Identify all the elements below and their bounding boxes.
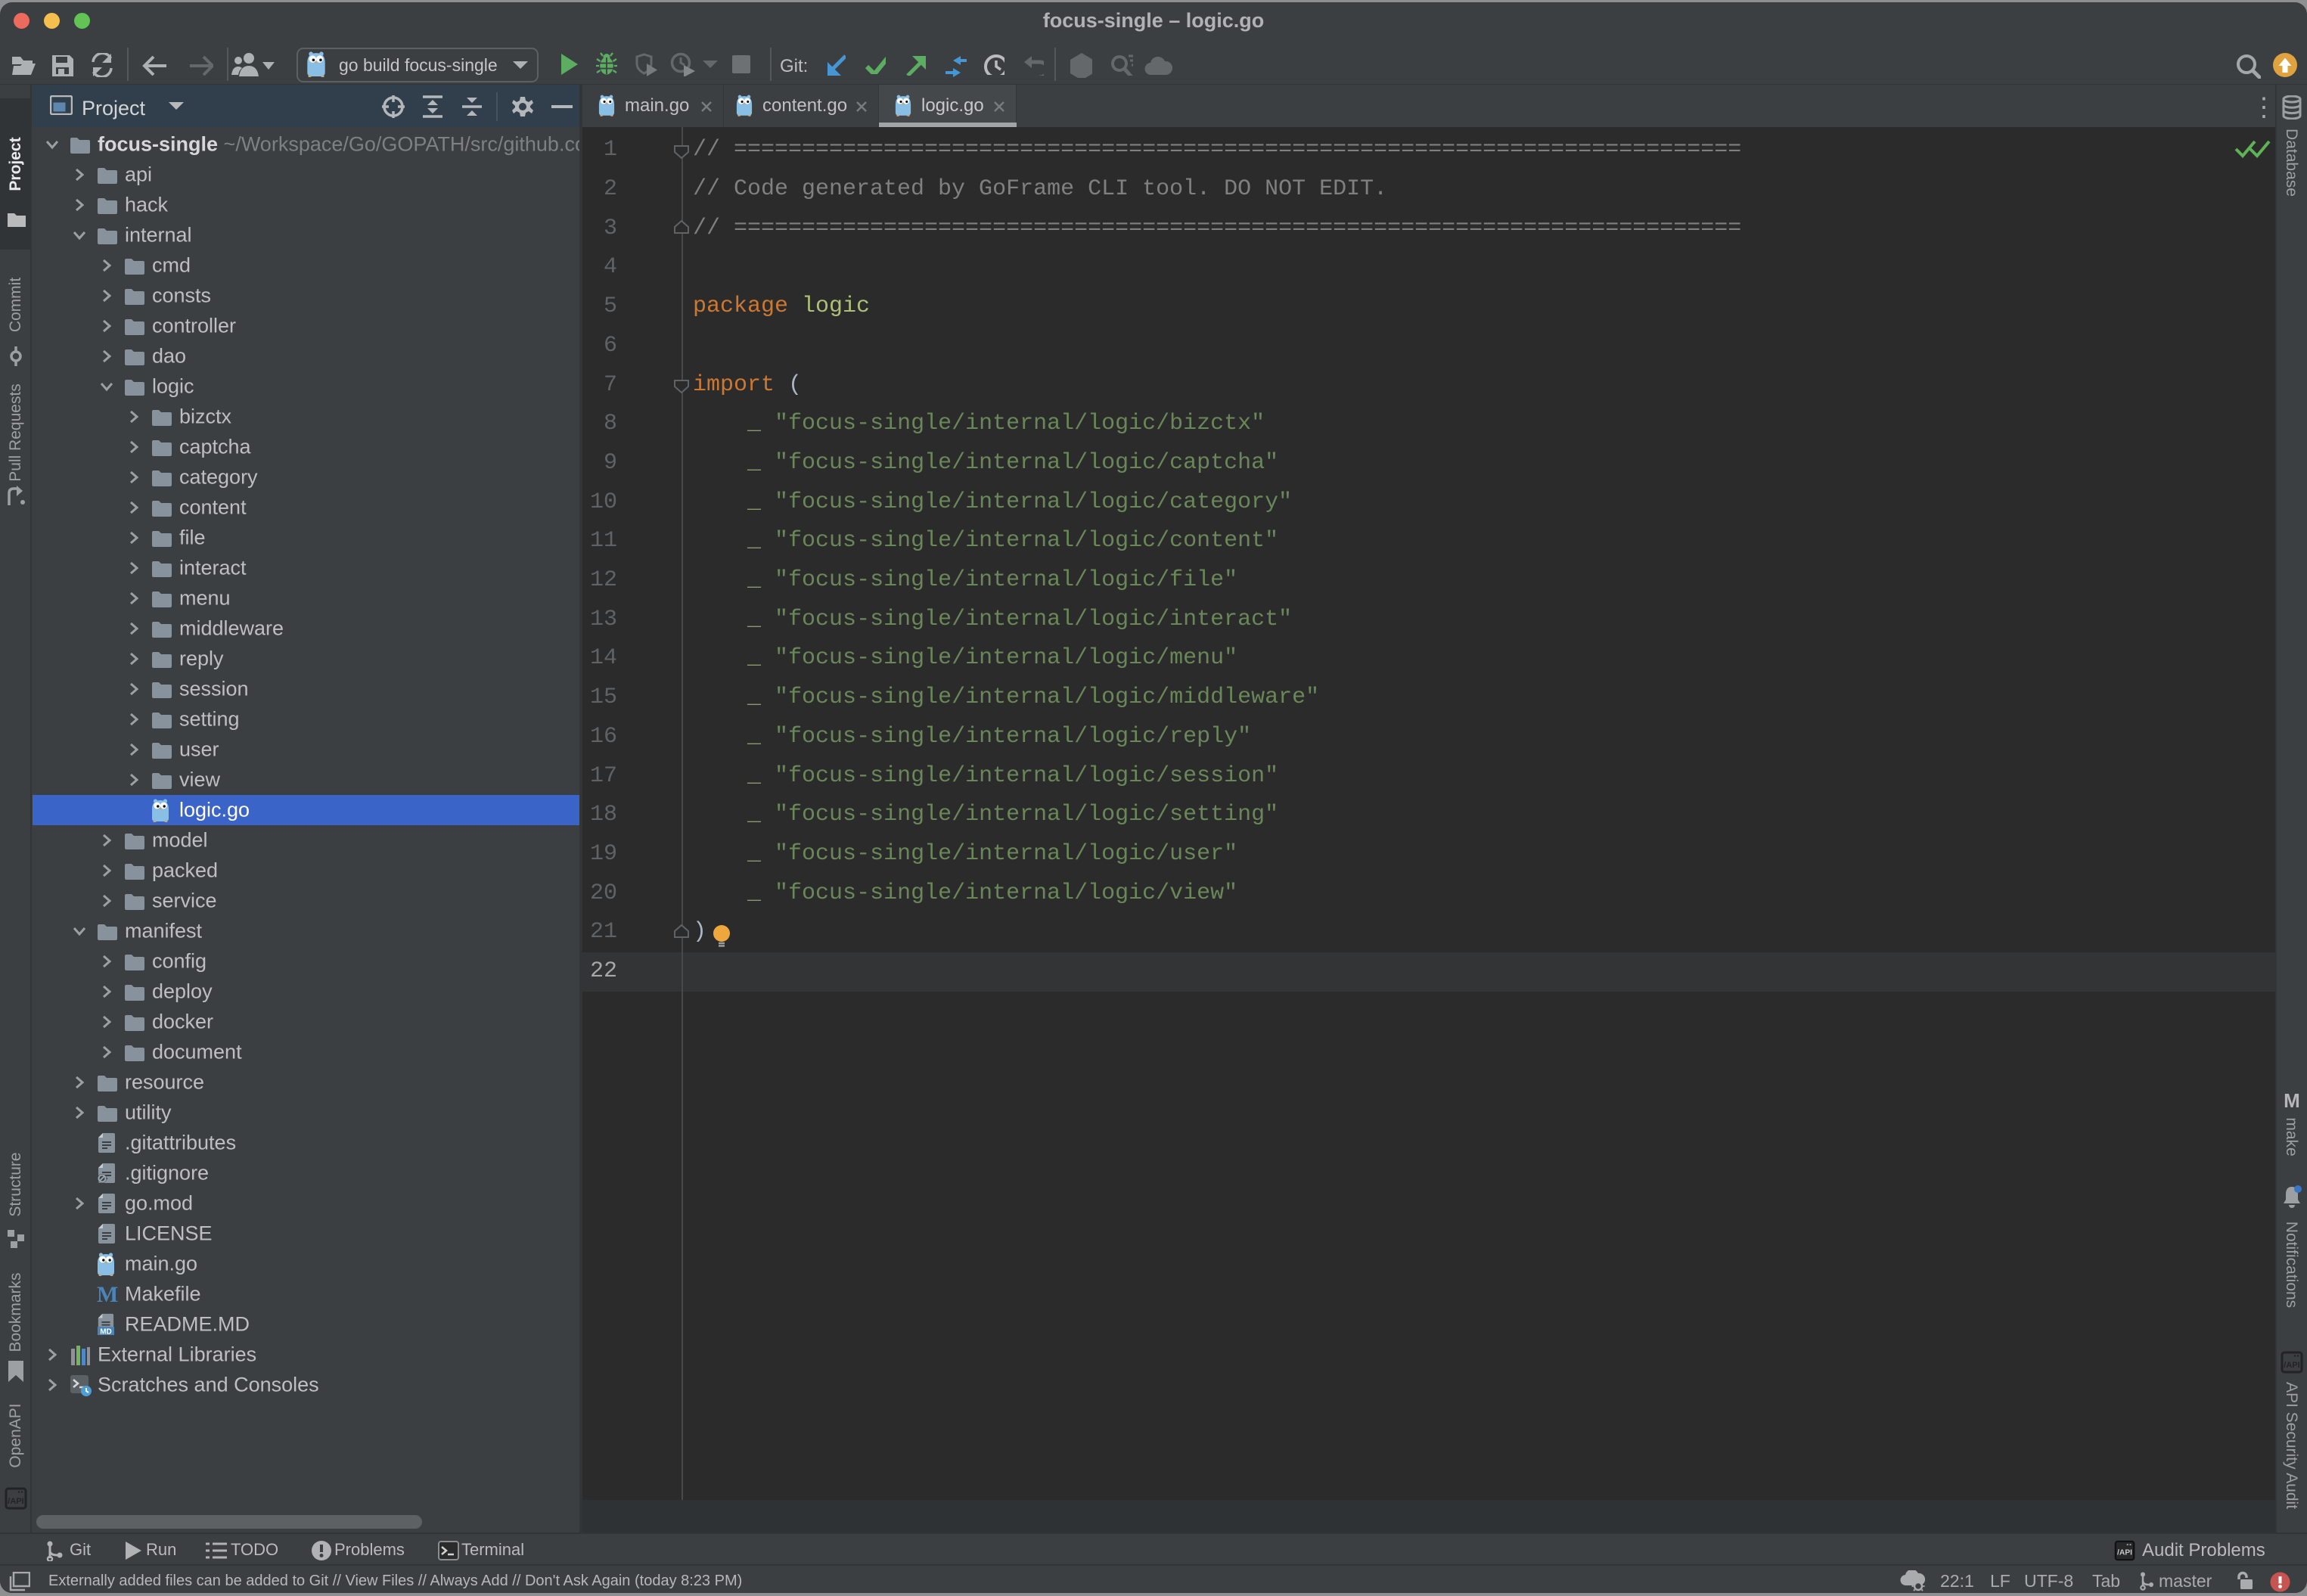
svg-text:/API: /API	[2117, 1549, 2132, 1557]
svg-text:/API: /API	[2284, 1361, 2299, 1370]
svg-text:/API: /API	[8, 1497, 23, 1506]
svg-text:MD: MD	[100, 1328, 112, 1337]
